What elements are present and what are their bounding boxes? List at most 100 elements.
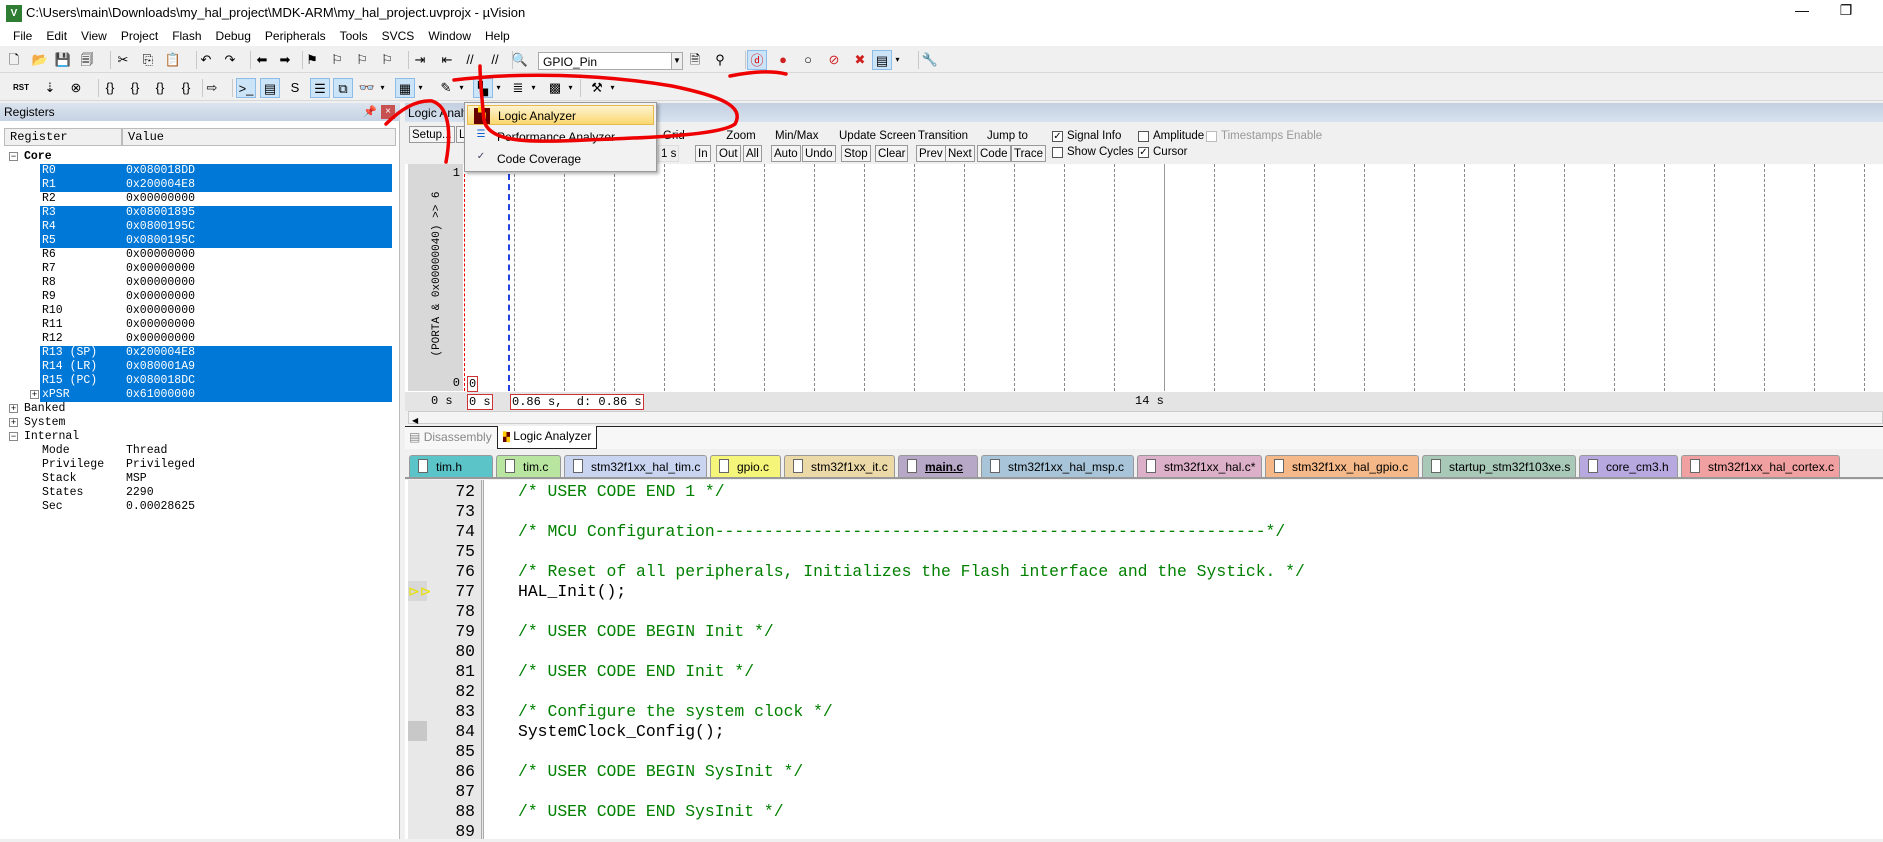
file-tab[interactable]: stm32f1xx_hal_tim.c (564, 455, 707, 477)
register-value[interactable]: 0x0800195C (126, 220, 195, 234)
register-row[interactable]: Core (22, 150, 392, 164)
code-line[interactable]: /* USER CODE END SysInit */ (518, 802, 784, 822)
column-register[interactable]: Register (4, 128, 122, 146)
register-value[interactable]: 0.00028625 (126, 500, 195, 514)
expand-icon[interactable]: + (9, 418, 18, 427)
register-row[interactable]: Sec 0.00028625 (40, 500, 392, 514)
register-value[interactable]: 0x08001895 (126, 206, 195, 220)
register-value[interactable]: 0x00000000 (126, 262, 195, 276)
code-line[interactable]: HAL_Init(); (518, 582, 626, 602)
register-row[interactable]: R14 (LR) 0x080001A9 (40, 360, 392, 374)
register-row[interactable]: R0 0x080018DD (40, 164, 392, 178)
register-value[interactable]: 0x00000000 (126, 290, 195, 304)
outdent-icon[interactable]: ⇤ (437, 50, 457, 70)
register-row[interactable]: System (22, 416, 392, 430)
amplitude-checkbox[interactable]: Amplitude (1138, 130, 1204, 142)
stop-button[interactable]: Stop (841, 145, 871, 162)
register-row[interactable]: R5 0x0800195C (40, 234, 392, 248)
symbols-window-icon[interactable]: S (285, 78, 305, 98)
code-line[interactable]: /* USER CODE END 1 */ (518, 482, 725, 502)
register-row[interactable]: R11 0x00000000 (40, 318, 392, 332)
file-tab[interactable]: startup_stm32f103xe.s (1422, 455, 1576, 477)
kill-breakpoints-icon[interactable]: ✖ (850, 50, 870, 70)
register-value[interactable]: 0x61000000 (126, 388, 195, 402)
register-value[interactable]: 0x00000000 (126, 192, 195, 206)
redo-icon[interactable]: ↷ (220, 50, 240, 70)
call-stack-icon[interactable]: ⧉ (333, 78, 353, 98)
toolbox-icon[interactable]: ⚒ (587, 78, 607, 98)
minimize-button[interactable]: — (1787, 2, 1817, 18)
cursor-line[interactable] (508, 164, 510, 391)
file-tab[interactable]: stm32f1xx_hal.c* (1137, 455, 1262, 477)
menu-peripherals[interactable]: Peripherals (258, 27, 333, 46)
file-tab[interactable]: stm32f1xx_hal_msp.c (981, 455, 1134, 477)
register-value[interactable]: Privileged (126, 458, 195, 472)
register-value[interactable]: 0x080001A9 (126, 360, 195, 374)
scroll-left-icon[interactable]: ◀ (409, 416, 418, 425)
chevron-down-icon[interactable]: ▾ (378, 78, 387, 98)
disassembly-window-icon[interactable]: ▤ (260, 78, 280, 98)
register-row[interactable]: States 2290 (40, 486, 392, 500)
menu-help[interactable]: Help (478, 27, 517, 46)
next-button[interactable]: Next (945, 145, 975, 162)
forward-icon[interactable]: ➡ (275, 50, 295, 70)
register-row[interactable]: R6 0x00000000 (40, 248, 392, 262)
copy-icon[interactable]: ⎘ (138, 50, 158, 70)
registers-window-icon[interactable]: ☰ (310, 78, 330, 98)
menu-item-logic-analyzer[interactable]: ▚ Logic Analyzer (467, 105, 654, 125)
show-cycles-checkbox[interactable]: Show Cycles (1052, 146, 1133, 158)
bookmark-icon[interactable]: ⚑ (302, 50, 322, 70)
menu-project[interactable]: Project (114, 27, 165, 46)
code-line[interactable]: /* MCU Configuration--------------------… (518, 522, 1285, 542)
signal-info-checkbox[interactable]: ✓ Signal Info (1052, 130, 1121, 142)
code-line[interactable]: SystemClock_Config(); (518, 722, 725, 742)
prev-bookmark-icon[interactable]: ⚐ (327, 50, 347, 70)
new-file-icon[interactable]: 🗋 (4, 50, 24, 70)
undo-button[interactable]: Undo (802, 145, 836, 162)
setup-button[interactable]: Setup... (409, 126, 455, 143)
file-tab[interactable]: tim.c (496, 455, 561, 477)
checkbox-cursor[interactable]: ✓ (1138, 146, 1149, 158)
register-row[interactable]: Privilege Privileged (40, 458, 392, 472)
register-value[interactable]: 0x00000000 (126, 248, 195, 262)
menu-tools[interactable]: Tools (333, 27, 375, 46)
checkbox-amplitude[interactable] (1138, 130, 1149, 142)
register-row[interactable]: Internal (22, 430, 392, 444)
step-out-icon[interactable]: {} (150, 78, 170, 98)
tab-disassembly[interactable]: ▤ Disassembly (409, 430, 492, 444)
save-all-icon[interactable]: 🗐 (77, 50, 97, 70)
column-value[interactable]: Value (122, 128, 396, 146)
register-row[interactable]: R2 0x00000000 (40, 192, 392, 206)
file-tab[interactable]: stm32f1xx_it.c (784, 455, 895, 477)
step-into-icon[interactable]: {} (100, 78, 120, 98)
register-value[interactable]: 0x0800195C (126, 234, 195, 248)
debug-session-icon[interactable]: ⓓ (747, 50, 767, 70)
clear-bookmarks-icon[interactable]: ⚐ (377, 50, 397, 70)
find-in-files-icon[interactable]: 🔍 (510, 50, 530, 70)
jump-trace-button[interactable]: Trace (1011, 145, 1046, 162)
chevron-down-icon[interactable]: ▾ (893, 50, 902, 70)
register-value[interactable]: 0x080018DC (126, 374, 195, 388)
menu-debug[interactable]: Debug (209, 27, 258, 46)
register-row[interactable]: Banked (22, 402, 392, 416)
close-icon[interactable]: × (381, 105, 395, 119)
register-value[interactable]: 0x00000000 (126, 332, 195, 346)
register-value[interactable]: 2290 (126, 486, 154, 500)
command-window-icon[interactable]: >_ (236, 78, 256, 98)
register-row[interactable]: R4 0x0800195C (40, 220, 392, 234)
undo-icon[interactable]: ↶ (196, 50, 216, 70)
code-line[interactable]: /* Configure the system clock */ (518, 702, 833, 722)
chevron-down-icon[interactable]: ▾ (457, 78, 466, 98)
code-line[interactable]: /* USER CODE BEGIN Init */ (518, 622, 774, 642)
file-tab[interactable]: stm32f1xx_hal_cortex.c (1681, 455, 1840, 477)
menu-svcs[interactable]: SVCS (375, 27, 422, 46)
register-row[interactable]: R8 0x00000000 (40, 276, 392, 290)
register-value[interactable]: 0x200004E8 (126, 178, 195, 192)
signal-label-column[interactable]: (PORTA & 0x00000040) >> 6 1 0 (408, 164, 463, 391)
run-to-cursor-icon[interactable]: {} (176, 78, 196, 98)
jump-code-button[interactable]: Code (977, 145, 1011, 162)
step-over-icon[interactable]: {} (125, 78, 145, 98)
code-line[interactable]: /* USER CODE BEGIN SysInit */ (518, 762, 803, 782)
window-layout-icon[interactable]: ▤ (872, 50, 892, 70)
incremental-find-icon[interactable]: ⚲ (710, 50, 730, 70)
